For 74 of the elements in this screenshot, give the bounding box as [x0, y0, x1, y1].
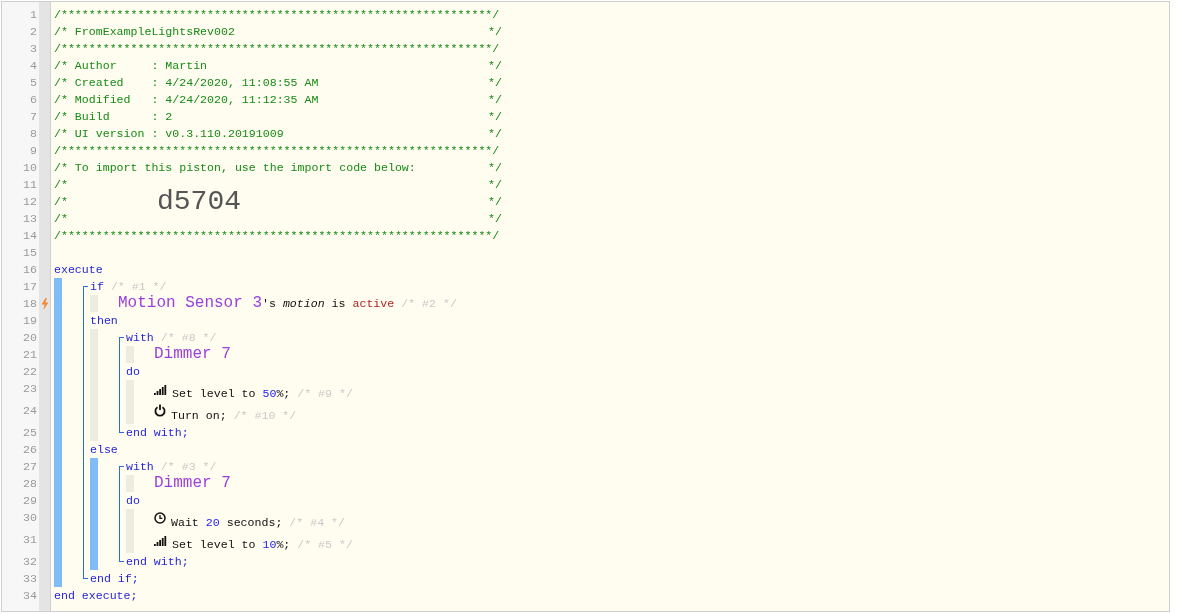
line-number: 34	[22, 588, 37, 604]
code-comment: /* Modified : 4/24/2020, 11:12:35 AM	[54, 92, 319, 108]
line-number: 11	[22, 177, 37, 193]
line-number: 2	[29, 24, 37, 40]
code-comment: /**************************************************************/	[54, 7, 500, 23]
line-number: 12	[22, 194, 37, 210]
line-number: 26	[22, 442, 37, 458]
line-number: 16	[22, 262, 37, 278]
code-comment: /* To import this piston, use the import code below:	[54, 160, 416, 176]
line-number: 31	[22, 532, 37, 548]
line-number: 19	[22, 313, 37, 329]
code-comment: /**************************************************************/	[54, 228, 500, 244]
signal-bars-icon	[154, 384, 167, 395]
code-comment: /**************************************************************/	[54, 143, 500, 159]
code-line: then	[90, 313, 118, 329]
code-comment: */	[488, 109, 502, 125]
clock-icon	[154, 512, 166, 524]
line-number: 14	[22, 228, 37, 244]
code-line: do	[126, 493, 140, 509]
line-number: 30	[22, 510, 37, 526]
code-comment: */	[488, 177, 502, 193]
code-line: do	[126, 364, 140, 380]
line-number: 3	[29, 41, 37, 57]
line-number: 6	[29, 92, 37, 108]
code-line: else	[90, 442, 118, 458]
code-comment: /**************************************************************/	[54, 41, 500, 57]
line-number: 1	[29, 7, 37, 23]
line-number: 15	[22, 245, 37, 261]
code-line: end execute;	[54, 588, 138, 604]
code-comment: */	[488, 126, 502, 142]
line-number: 4	[29, 58, 37, 74]
line-number: 25	[22, 425, 37, 441]
code-line: end with;	[126, 554, 189, 570]
code-comment: /*	[54, 211, 68, 227]
code-comment: */	[488, 211, 502, 227]
line-number: 22	[22, 364, 37, 380]
line-number: 5	[29, 75, 37, 91]
code-comment: */	[488, 24, 502, 40]
line-number: 32	[22, 554, 37, 570]
code-line: end with;	[126, 425, 189, 441]
line-number: 17	[22, 279, 37, 295]
line-number: 29	[22, 493, 37, 509]
code-comment: */	[488, 58, 502, 74]
code-comment: /* UI version : v0.3.110.20191009	[54, 126, 284, 142]
code-comment: /* Created : 4/24/2020, 11:08:55 AM	[54, 75, 319, 91]
line-number: 21	[22, 347, 37, 363]
code-comment: /*	[54, 194, 68, 210]
line-number: 24	[22, 403, 37, 419]
line-number: 9	[29, 143, 37, 159]
code-line: end if;	[90, 571, 139, 587]
code-comment: /* Author : Martin	[54, 58, 208, 74]
line-number: 18	[22, 296, 37, 312]
line-number: 7	[29, 109, 37, 125]
code-comment: */	[488, 92, 502, 108]
code-comment: */	[488, 160, 502, 176]
code-comment: */	[488, 194, 502, 210]
code-line: Dimmer 7	[154, 346, 231, 363]
line-number: 33	[22, 571, 37, 587]
code-comment: /* FromExampleLightsRev002	[54, 24, 235, 40]
line-number: 13	[22, 211, 37, 227]
import-code: d5704	[157, 188, 241, 215]
line-number: 27	[22, 459, 37, 475]
code-comment: /*	[54, 177, 68, 193]
power-icon	[154, 404, 166, 417]
line-number: 20	[22, 330, 37, 346]
code-line: execute	[54, 262, 103, 278]
line-number: 23	[22, 381, 37, 397]
code-comment: /* Build : 2	[54, 109, 173, 125]
line-number: 10	[22, 160, 37, 176]
line-number: 8	[29, 126, 37, 142]
code-comment: */	[488, 75, 502, 91]
code-line: Dimmer 7	[154, 475, 231, 492]
line-number: 28	[22, 476, 37, 492]
signal-bars-icon	[154, 535, 167, 546]
